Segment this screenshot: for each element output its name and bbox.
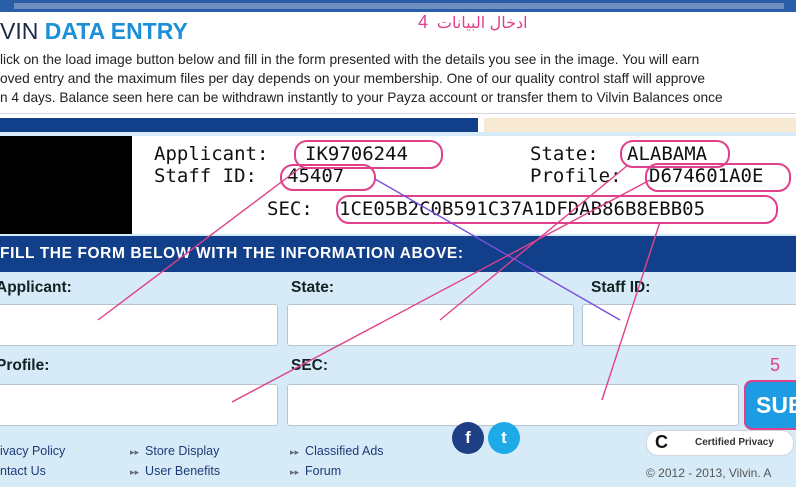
nav-tabs-bar-right <box>484 118 796 132</box>
copyright-text: © 2012 - 2013, Vilvin. A <box>646 466 772 480</box>
privacy-seal-icon: C <box>655 432 668 452</box>
profile-field-label: Profile: <box>0 357 50 374</box>
profile-input[interactable] <box>0 384 278 426</box>
footer-link-classified-ads[interactable]: ▸▸ Classified Ads <box>290 444 384 458</box>
card-applicant-value: IK9706244 <box>305 143 408 165</box>
page-title-accent: DATA ENTRY <box>44 18 188 44</box>
card-state-label: State: <box>530 143 599 165</box>
top-banner-strip <box>0 0 796 12</box>
instructions-line: lick on the load image button below and … <box>0 52 700 67</box>
sec-input[interactable] <box>287 384 739 426</box>
nav-tabs-bar <box>0 118 478 132</box>
form-banner: FILL THE FORM BELOW WITH THE INFORMATION… <box>0 236 796 272</box>
top-banner-inner <box>14 3 784 9</box>
card-sec-value: 1CE05B2C0B591C37A1DFDAB86B8EBB05 <box>339 198 706 220</box>
footer-link-label: Store Display <box>145 444 220 458</box>
card-sec-label: SEC: <box>267 198 313 220</box>
twitter-icon[interactable]: t <box>488 422 520 454</box>
instructions-text: lick on the load image button below and … <box>0 50 796 107</box>
captcha-image: Applicant: IK9706244 Staff ID: 45407 Sta… <box>132 136 796 234</box>
staff-id-field-label: Staff ID: <box>591 279 651 296</box>
step5-annotation: 5 <box>770 355 781 375</box>
step4-annotation: 4 ادخال البيانات <box>418 12 528 33</box>
card-profile-value: D674601A0E <box>649 165 764 187</box>
footer-link-user-benefits[interactable]: ▸▸ User Benefits <box>130 464 220 478</box>
footer-link-privacy[interactable]: ivacy Policy <box>0 444 65 458</box>
double-chevron-icon: ▸▸ <box>290 447 300 457</box>
footer-link-label: User Benefits <box>145 464 221 478</box>
card-profile-label: Profile: <box>530 165 622 187</box>
double-chevron-icon: ▸▸ <box>130 467 140 477</box>
page-title: VIN DATA ENTRY <box>0 18 188 44</box>
form-banner-text: FILL THE FORM BELOW WITH THE INFORMATION… <box>0 245 464 262</box>
applicant-input[interactable] <box>0 304 278 346</box>
badge-label: Certified Privacy <box>695 437 774 448</box>
footer-link-label: ivacy Policy <box>0 444 66 458</box>
state-field-label: State: <box>291 279 335 296</box>
staff-id-input[interactable] <box>582 304 796 346</box>
step4-number: 4 <box>418 12 429 32</box>
footer-link-label: ntact Us <box>0 464 46 478</box>
certified-privacy-badge[interactable]: C Certified Privacy <box>646 430 794 456</box>
facebook-icon[interactable]: f <box>452 422 484 454</box>
card-state-value: ALABAMA <box>627 143 708 165</box>
footer-link-store-display[interactable]: ▸▸ Store Display <box>130 444 219 458</box>
sec-field-label: SEC: <box>291 357 329 374</box>
state-input[interactable] <box>287 304 574 346</box>
step4-label: ادخال البيانات <box>436 15 528 32</box>
double-chevron-icon: ▸▸ <box>290 467 300 477</box>
applicant-field-label: Applicant: <box>0 279 72 296</box>
card-staff-value: 45407 <box>287 165 345 187</box>
footer-link-forum[interactable]: ▸▸ Forum <box>290 464 341 478</box>
footer-link-label: Forum <box>305 464 342 478</box>
footer-link-contact[interactable]: ntact Us <box>0 464 46 478</box>
footer-link-label: Classified Ads <box>305 444 384 458</box>
double-chevron-icon: ▸▸ <box>130 447 140 457</box>
card-applicant-label: Applicant: <box>154 143 269 165</box>
image-preview-left <box>0 136 132 234</box>
instructions-line: oved entry and the maximum files per day… <box>0 71 706 86</box>
card-staff-label: Staff ID: <box>154 165 257 187</box>
divider <box>0 113 796 114</box>
instructions-line: n 4 days. Balance seen here can be withd… <box>0 90 723 105</box>
submit-button[interactable]: SUB <box>744 380 796 430</box>
